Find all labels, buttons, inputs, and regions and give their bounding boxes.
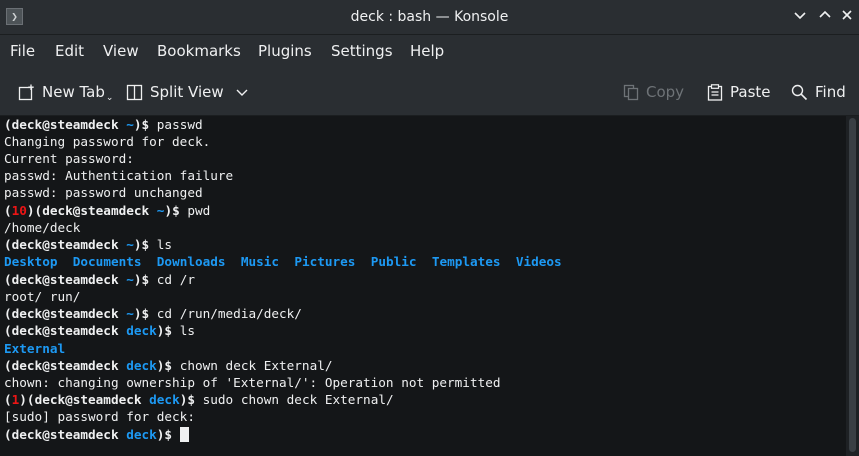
terminal-line: External [4,341,66,356]
terminal-line: [sudo] password for deck: [4,409,195,424]
terminal-line: (1)(deck@steamdeck deck)$ sudo chown dec… [4,392,394,407]
terminal-line: (deck@steamdeck deck)$ chown deck Extern… [4,358,333,373]
menu-bookmarks[interactable]: Bookmarks [157,42,241,60]
copy-label: Copy [646,83,685,101]
paste-icon [707,83,723,101]
terminal-line: (deck@steamdeck ~)$ cd /run/media/deck/ [4,306,302,321]
terminal-scrollbar[interactable] [846,116,859,456]
terminal-view[interactable]: (deck@steamdeck ~)$ passwd Changing pass… [0,116,846,456]
terminal-line: root/ run/ [4,289,81,304]
chevron-down-icon [236,89,248,96]
terminal-line: passwd: password unchanged [4,185,203,200]
menu-file[interactable]: File [10,42,35,60]
copy-icon [623,84,639,100]
menu-settings[interactable]: Settings [331,42,393,60]
split-view-icon [126,84,143,100]
menu-edit[interactable]: Edit [55,42,84,60]
terminal-line: chown: changing ownership of 'External/'… [4,375,501,390]
menu-plugins[interactable]: Plugins [258,42,312,60]
chevron-down-icon [794,12,806,20]
find-button[interactable]: Find [791,81,846,103]
search-icon [791,84,808,100]
new-tab-dropdown-icon: ⌄ [105,93,114,103]
terminal-line: (deck@steamdeck ~)$ ls [4,237,173,252]
paste-label: Paste [730,83,771,101]
terminal-line: (deck@steamdeck ~)$ passwd [4,117,203,132]
new-tab-button[interactable]: New Tab ⌄ [18,81,113,103]
close-icon [842,10,852,20]
split-view-label: Split View [150,83,224,101]
find-label: Find [815,83,846,101]
copy-button[interactable]: Copy [623,81,684,103]
maximize-button[interactable] [815,7,835,27]
title-bar: ❯ deck : bash — Konsole [0,0,859,35]
new-tab-icon [18,84,34,100]
terminal-line: Current password: [4,151,134,166]
minimize-button[interactable] [790,7,810,27]
scrollbar-thumb[interactable] [849,118,856,452]
terminal-line: (deck@steamdeck deck)$ [4,426,189,443]
window-title: deck : bash — Konsole [350,9,509,25]
toolbar: New Tab ⌄ Split View Copy Paste Find [0,67,859,116]
terminal-line: Desktop Documents Downloads Music Pictur… [4,254,562,269]
terminal-line: (10)(deck@steamdeck ~)$ pwd [4,203,211,218]
new-tab-label: New Tab [42,83,105,101]
terminal-line: Changing password for deck. [4,134,211,149]
split-view-button[interactable]: Split View [126,81,255,103]
terminal-line: /home/deck [4,220,81,235]
terminal-line: (deck@steamdeck ~)$ cd /r [4,272,195,287]
terminal-line: passwd: Authentication failure [4,168,234,183]
menu-help[interactable]: Help [410,42,444,60]
menu-bar: File Edit View Bookmarks Plugins Setting… [0,35,859,67]
text-cursor [179,427,189,442]
menu-view[interactable]: View [103,42,139,60]
chevron-up-icon [819,10,831,18]
paste-button[interactable]: Paste [707,81,771,103]
terminal-line: (deck@steamdeck deck)$ ls [4,323,195,338]
close-button[interactable] [837,7,857,27]
